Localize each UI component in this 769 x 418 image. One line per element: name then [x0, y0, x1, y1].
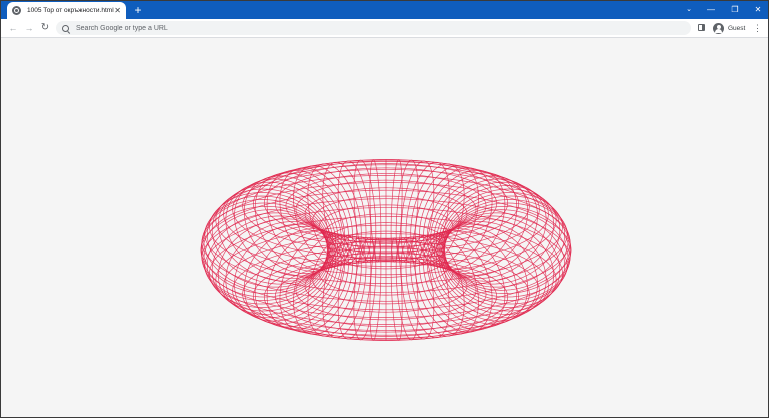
close-window-button[interactable]: ✕: [746, 1, 768, 19]
avatar-icon: [713, 22, 724, 34]
profile-button[interactable]: Guest: [713, 22, 745, 34]
torus-meridian: [444, 202, 572, 298]
torus-wireframe: [200, 159, 572, 341]
active-tab[interactable]: 1005 Тор от окръжности.html ✕: [7, 2, 126, 19]
forward-button[interactable]: →: [22, 21, 36, 35]
torus-meridian: [200, 202, 328, 298]
profile-label: Guest: [728, 24, 746, 32]
tab-search-icon[interactable]: ⌄: [677, 1, 701, 19]
address-bar[interactable]: [56, 21, 691, 35]
new-tab-button[interactable]: +: [131, 2, 145, 18]
torus-lines: [200, 159, 572, 341]
minimize-button[interactable]: —: [699, 1, 723, 19]
menu-button[interactable]: ⋮: [753, 22, 762, 34]
search-icon: [62, 24, 69, 32]
browser-toolbar: ← → ↻ Guest ⋮: [1, 19, 768, 38]
side-panel-icon[interactable]: [698, 24, 705, 31]
tab-title: 1005 Тор от окръжности.html: [27, 7, 114, 14]
tab-strip: 1005 Тор от окръжности.html ✕ + ⌄ — ❐ ✕: [1, 1, 768, 19]
back-button[interactable]: ←: [6, 21, 20, 35]
address-input[interactable]: [76, 24, 636, 32]
page-content: [1, 38, 768, 417]
tab-close-icon[interactable]: ✕: [114, 6, 121, 15]
maximize-button[interactable]: ❐: [723, 1, 747, 19]
globe-icon: [12, 6, 21, 15]
browser-window: 1005 Тор от окръжности.html ✕ + ⌄ — ❐ ✕ …: [0, 0, 769, 418]
reload-button[interactable]: ↻: [38, 21, 52, 35]
